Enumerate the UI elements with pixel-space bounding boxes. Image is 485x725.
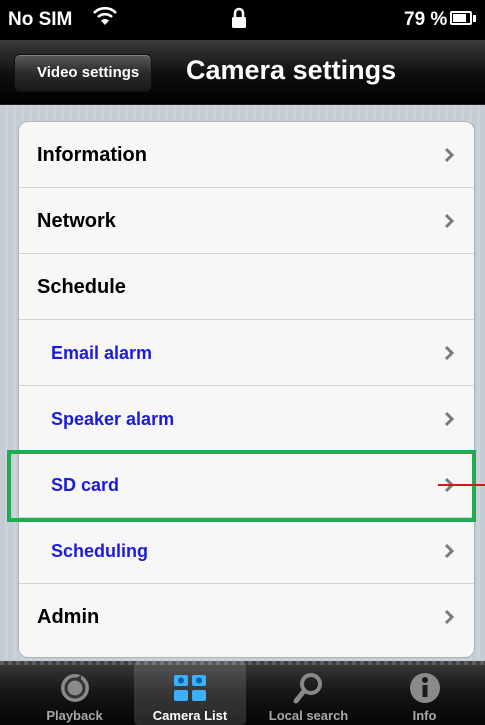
row-admin[interactable]: Admin — [19, 584, 474, 650]
chevron-right-icon — [444, 147, 455, 163]
tab-label: Info — [412, 708, 437, 723]
lock-icon — [231, 7, 247, 35]
camera-list-icon — [174, 675, 206, 701]
search-icon — [293, 673, 322, 704]
highlight-box — [7, 450, 476, 522]
settings-list: Information Network Schedule Email alarm… — [18, 121, 475, 658]
row-email-alarm[interactable]: Email alarm — [19, 320, 474, 386]
annotation-pointer — [438, 484, 485, 486]
row-label: Schedule — [37, 276, 126, 298]
row-label: Scheduling — [51, 541, 149, 561]
battery-tip — [473, 15, 476, 22]
tab-playback[interactable]: Playback — [14, 661, 135, 725]
wifi-icon — [92, 4, 118, 34]
chevron-right-icon — [444, 543, 455, 559]
tab-camera-list[interactable]: Camera List — [134, 661, 246, 725]
row-label: Email alarm — [51, 343, 153, 363]
tab-bar: Playback Camera List Local search Info — [0, 661, 485, 725]
chevron-right-icon — [444, 213, 455, 229]
tab-label: Playback — [46, 708, 103, 723]
chevron-right-icon — [444, 411, 455, 427]
row-speaker-alarm[interactable]: Speaker alarm — [19, 386, 474, 452]
chevron-right-icon — [444, 345, 455, 361]
tab-local-search[interactable]: Local search — [248, 661, 369, 725]
row-label: Network — [37, 210, 116, 232]
tab-info[interactable]: Info — [364, 661, 485, 725]
playback-icon — [60, 674, 89, 702]
settings-content[interactable]: Information Network Schedule Email alarm… — [0, 105, 485, 661]
row-label: Information — [37, 144, 147, 166]
navigation-bar: Video settings Camera settings — [0, 40, 485, 105]
row-information[interactable]: Information — [19, 122, 474, 188]
row-schedule: Schedule — [19, 254, 474, 320]
row-network[interactable]: Network — [19, 188, 474, 254]
tab-label: Camera List — [152, 708, 228, 723]
tab-label: Local search — [268, 708, 349, 723]
battery-icon — [450, 11, 472, 25]
status-bar: No SIM 79 % — [0, 0, 485, 40]
battery-percent: 79 % — [404, 9, 448, 30]
row-label: Speaker alarm — [51, 409, 175, 429]
chevron-right-icon — [444, 609, 455, 625]
carrier-label: No SIM — [8, 9, 73, 30]
info-icon — [409, 673, 440, 703]
row-label: Admin — [37, 606, 100, 628]
back-button[interactable]: Video settings — [14, 54, 153, 92]
page-title: Camera settings — [186, 55, 397, 85]
row-scheduling[interactable]: Scheduling — [19, 518, 474, 584]
